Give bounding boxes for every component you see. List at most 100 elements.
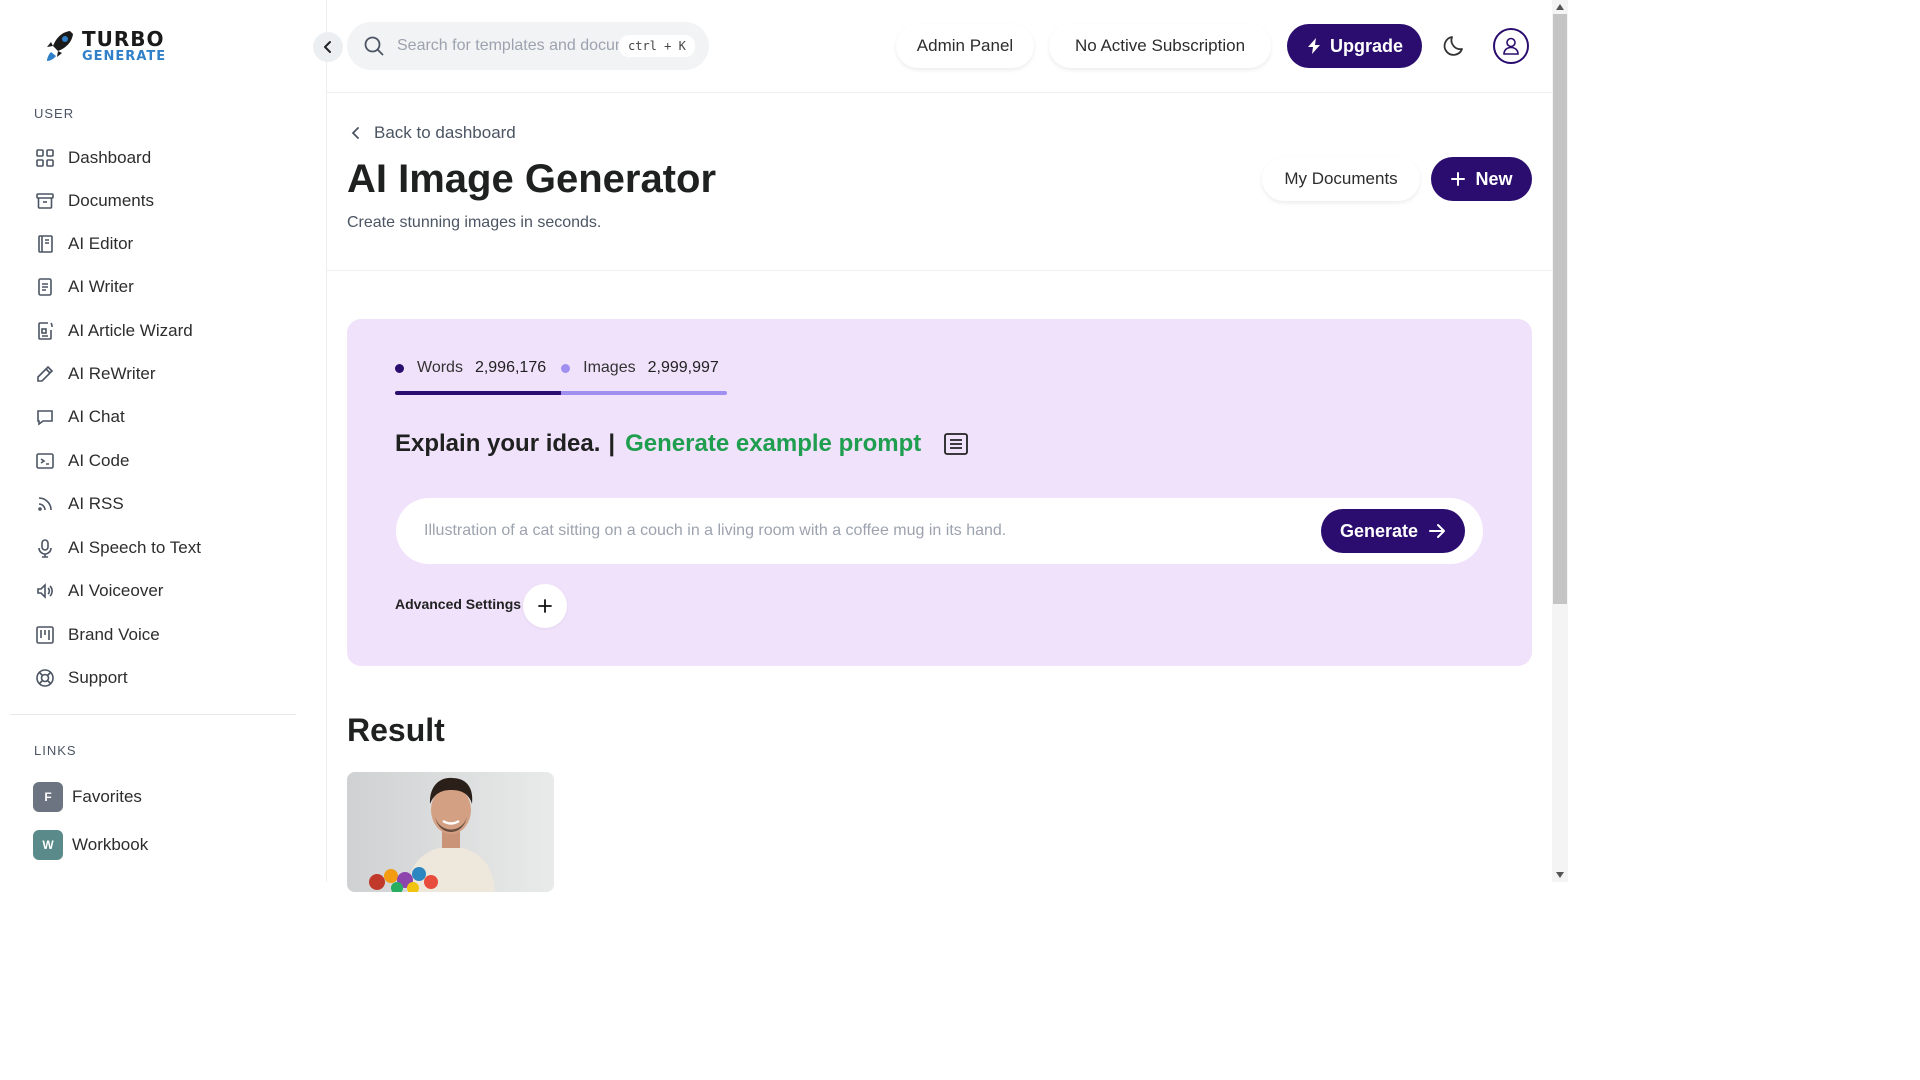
sidebar-link-workbook[interactable]: W Workbook — [33, 830, 148, 860]
search-icon — [364, 36, 384, 56]
advanced-settings-toggle[interactable] — [523, 584, 567, 628]
sidebar-item-label: AI Voiceover — [68, 581, 164, 600]
plus-icon — [1451, 172, 1466, 186]
generate-label: Generate — [1339, 520, 1419, 541]
result-image[interactable] — [347, 772, 554, 892]
sidebar-item-label: AI Writer — [68, 277, 134, 296]
layout-board-icon — [34, 624, 56, 646]
theme-toggle-button[interactable] — [1442, 33, 1468, 59]
sidebar-item-ai-chat[interactable]: AI Chat — [34, 405, 125, 429]
chevron-left-icon — [351, 127, 359, 139]
article-wizard-icon — [34, 320, 56, 342]
sidebar-item-ai-writer[interactable]: AI Writer — [34, 275, 134, 299]
generate-example-prompt-link[interactable]: Generate example prompt — [625, 430, 921, 458]
header-divider — [327, 92, 1552, 93]
page-title: AI Image Generator — [347, 157, 717, 201]
usage-bar-images — [561, 391, 727, 395]
microphone-icon — [34, 537, 56, 559]
sidebar-item-ai-rss[interactable]: AI RSS — [34, 492, 124, 516]
sidebar-item-brand-voice[interactable]: Brand Voice — [34, 623, 160, 647]
images-label: Images — [583, 359, 636, 376]
sidebar-item-ai-rewriter[interactable]: AI ReWriter — [34, 362, 156, 386]
sidebar-item-ai-voiceover[interactable]: AI Voiceover — [34, 579, 163, 603]
generate-button[interactable]: Generate — [1321, 509, 1465, 553]
sidebar-item-documents[interactable]: Documents — [34, 189, 154, 213]
result-title: Result — [347, 712, 445, 748]
sidebar-item-ai-speech-to-text[interactable]: AI Speech to Text — [34, 536, 201, 560]
sidebar-item-dashboard[interactable]: Dashboard — [34, 146, 151, 170]
scroll-down-arrow-icon[interactable] — [1555, 871, 1565, 879]
lightning-icon — [1307, 38, 1320, 54]
chevron-left-icon — [324, 41, 331, 53]
grid-icon — [34, 147, 56, 169]
sidebar-item-label: AI RSS — [68, 494, 124, 513]
file-text-icon — [34, 276, 56, 298]
rss-icon — [34, 493, 56, 515]
upgrade-button[interactable]: Upgrade — [1287, 24, 1422, 68]
sidebar-item-label: AI Chat — [68, 407, 125, 426]
sidebar-item-ai-editor[interactable]: AI Editor — [34, 232, 133, 256]
images-value: 2,999,997 — [647, 359, 719, 376]
user-avatar-button[interactable] — [1493, 28, 1529, 64]
favorites-badge: F — [33, 782, 63, 812]
upgrade-label: Upgrade — [1329, 35, 1403, 56]
list-icon[interactable] — [943, 432, 969, 456]
rocket-icon — [47, 31, 73, 61]
sidebar-link-favorites[interactable]: F Favorites — [33, 782, 142, 812]
sidebar-item-label: AI Speech to Text — [68, 538, 201, 557]
prompt-input[interactable] — [424, 522, 1294, 540]
scrollbar-thumb[interactable] — [1553, 14, 1567, 604]
subscription-button[interactable]: No Active Subscription — [1049, 24, 1271, 68]
words-dot — [395, 363, 404, 373]
sidebar-collapse-button[interactable] — [313, 32, 343, 62]
user-section-label: USER — [34, 106, 75, 121]
brand-line1: TURBO — [82, 27, 165, 51]
links-section-label: LINKS — [34, 743, 77, 758]
brand-line2: GENERATE — [82, 49, 167, 64]
back-to-dashboard-link[interactable]: Back to dashboard — [350, 123, 516, 143]
lifebuoy-icon — [34, 667, 56, 689]
advanced-settings-label: Advanced Settings — [395, 596, 522, 612]
sidebar-item-support[interactable]: Support — [34, 666, 128, 690]
my-documents-button[interactable]: My Documents — [1262, 157, 1420, 201]
sidebar-link-label: Workbook — [72, 835, 149, 854]
workbook-badge: W — [33, 830, 63, 860]
sidebar-item-label: AI ReWriter — [68, 364, 156, 383]
user-icon — [1503, 37, 1519, 55]
terminal-icon — [34, 450, 56, 472]
sidebar-item-ai-code[interactable]: AI Code — [34, 449, 129, 473]
search-bar[interactable]: ctrl + K — [347, 22, 709, 70]
images-dot — [561, 363, 571, 373]
sidebar-item-label: Dashboard — [68, 148, 152, 167]
moon-icon — [1443, 36, 1463, 56]
scroll-up-arrow-icon[interactable] — [1555, 3, 1565, 11]
back-label: Back to dashboard — [374, 123, 516, 142]
usage-stats: Words 2,996,176 Images 2,999,997 — [395, 359, 719, 377]
words-label: Words — [417, 359, 463, 376]
sidebar-item-label: Brand Voice — [68, 625, 160, 644]
sidebar-item-label: AI Editor — [68, 234, 134, 253]
search-input[interactable] — [397, 37, 619, 55]
sidebar-item-ai-article-wizard[interactable]: AI Article Wizard — [34, 319, 193, 343]
new-button[interactable]: New — [1431, 157, 1532, 201]
pencil-icon — [34, 363, 56, 385]
new-label: New — [1475, 168, 1513, 189]
admin-panel-button[interactable]: Admin Panel — [896, 24, 1034, 68]
sidebar: TURBO GENERATE USER Dashboard Documents … — [0, 0, 327, 882]
page-header-divider — [327, 270, 1552, 271]
sidebar-item-label: AI Article Wizard — [68, 321, 193, 340]
usage-bar — [395, 391, 727, 395]
search-shortcut: ctrl + K — [619, 35, 695, 57]
plus-icon — [538, 599, 552, 613]
usage-bar-words — [395, 391, 561, 395]
sidebar-divider — [10, 714, 296, 715]
prompt-box: Generate — [396, 498, 1483, 564]
sidebar-link-label: Favorites — [72, 787, 142, 806]
idea-separator: | — [608, 430, 616, 457]
portrait-image — [347, 772, 554, 892]
page-subtitle: Create stunning images in seconds. — [347, 214, 602, 231]
words-value: 2,996,176 — [474, 359, 547, 376]
brand-logo[interactable]: TURBO GENERATE — [44, 28, 166, 64]
archive-icon — [34, 190, 56, 212]
notebook-icon — [34, 233, 56, 255]
